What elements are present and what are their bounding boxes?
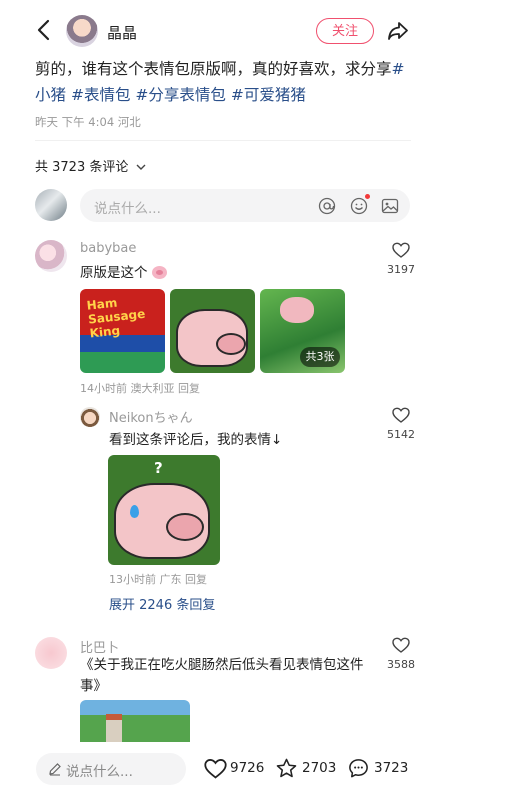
favorite-button[interactable]: 2703 xyxy=(275,757,345,781)
tag-link[interactable]: #分享表情包 xyxy=(135,86,226,104)
comment-text: 看到这条评论后，我的表情↓ xyxy=(109,432,283,448)
heart-icon[interactable] xyxy=(392,637,410,653)
author-name[interactable]: 晶晶 xyxy=(107,22,137,43)
like-count: 5142 xyxy=(387,428,415,441)
comment-body: 原版是这个 xyxy=(80,265,148,281)
chevron-down-icon xyxy=(136,164,145,170)
comment-count-label: 共 3723 条评论 xyxy=(35,160,129,175)
image-count-badge: 共3张 xyxy=(300,347,340,367)
emoji-icon[interactable] xyxy=(350,197,368,215)
comment-text: 《关于我正在吃火腿肠然后低头看见表情包这件事》 xyxy=(80,657,364,694)
tag-link[interactable]: #表情包 xyxy=(71,86,131,104)
comment-meta: 13小时前 广东 回复 xyxy=(109,573,207,586)
comment-image[interactable]: ? xyxy=(108,455,220,565)
bottom-input-placeholder: 说点什么... xyxy=(66,764,133,780)
comment-text: 原版是这个 xyxy=(80,261,167,281)
post-body: 剪的，谁有这个表情包原版啊，真的好喜欢，求分享 xyxy=(35,60,392,78)
like-button[interactable]: 9726 xyxy=(204,757,276,781)
comment-button[interactable]: 3723 xyxy=(347,757,417,781)
like-count: 3197 xyxy=(387,263,415,276)
question-mark: ? xyxy=(154,459,163,477)
comment-meta: 14小时前 澳大利亚 回复 xyxy=(80,382,200,395)
comment-input-placeholder: 说点什么... xyxy=(94,201,161,217)
image-icon[interactable] xyxy=(381,197,399,215)
share-icon[interactable] xyxy=(386,19,410,43)
tag-link[interactable]: #可爱猪猪 xyxy=(231,86,306,104)
favorite-count: 2703 xyxy=(302,760,337,776)
author-avatar[interactable] xyxy=(66,15,98,47)
image-caption: Ham Sausage King xyxy=(85,295,146,341)
back-arrow-icon[interactable] xyxy=(34,18,56,42)
mention-icon[interactable] xyxy=(318,197,336,215)
bottom-comment-input[interactable]: 说点什么... xyxy=(36,753,186,785)
my-avatar xyxy=(35,189,67,221)
post-text: 剪的，谁有这个表情包原版啊，真的好喜欢，求分享#小猪 #表情包 #分享表情包 #… xyxy=(35,56,411,108)
comment-input[interactable]: 说点什么... xyxy=(80,189,410,222)
heart-icon xyxy=(204,759,227,779)
notification-dot xyxy=(365,194,370,199)
commenter-name[interactable]: babybae xyxy=(80,241,136,256)
follow-button[interactable]: 关注 xyxy=(316,18,374,44)
post-meta: 昨天 下午 4:04 河北 xyxy=(35,115,141,129)
comment-image[interactable] xyxy=(170,289,255,373)
like-count: 3588 xyxy=(387,658,415,671)
heart-icon[interactable] xyxy=(392,407,410,423)
comment-image[interactable]: 共3张 xyxy=(260,289,345,373)
divider xyxy=(35,140,411,141)
pig-face xyxy=(280,297,314,323)
pig-snout xyxy=(216,333,246,355)
chat-bubble-icon xyxy=(349,759,368,778)
comment-image[interactable]: Ham Sausage King xyxy=(80,289,165,373)
expand-replies-link[interactable]: 展开 2246 条回复 xyxy=(109,594,215,613)
commenter-name[interactable]: Neikonちゃん xyxy=(109,407,193,426)
star-icon xyxy=(276,758,297,778)
commenter-avatar[interactable] xyxy=(35,637,67,669)
commenter-avatar[interactable] xyxy=(35,240,67,272)
pig-emoji-icon xyxy=(151,266,167,279)
comment-total: 3723 xyxy=(374,760,409,776)
commenter-name[interactable]: 比巴卜 xyxy=(80,637,119,656)
sweat-drop-icon xyxy=(130,505,139,518)
pencil-icon xyxy=(49,763,61,776)
comment-count[interactable]: 共 3723 条评论 xyxy=(35,156,146,175)
like-count: 9726 xyxy=(230,760,265,776)
top-bar: 晶晶 关注 xyxy=(0,0,506,60)
heart-icon[interactable] xyxy=(392,242,410,258)
pig-snout xyxy=(166,513,204,541)
commenter-avatar[interactable] xyxy=(80,407,100,427)
